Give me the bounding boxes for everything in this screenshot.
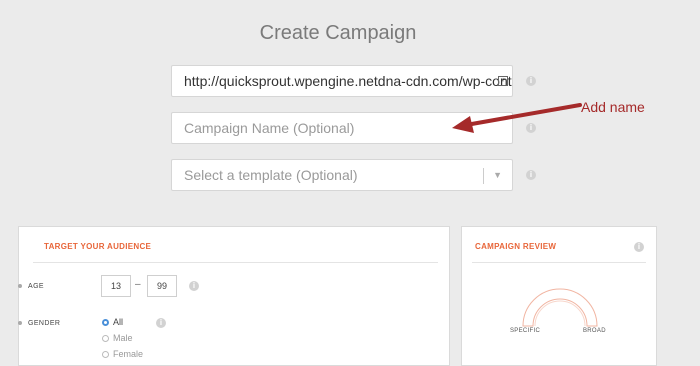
audience-gauge: [522, 288, 598, 327]
select-divider: [483, 168, 484, 184]
gauge-label-specific: SPECIFIC: [510, 328, 541, 334]
age-min-input[interactable]: 13: [101, 275, 131, 297]
panel-heading: TARGET YOUR AUDIENCE: [44, 242, 152, 251]
divider: [472, 262, 646, 263]
info-icon[interactable]: i: [156, 318, 166, 328]
gender-label: GENDER: [28, 320, 61, 327]
divider: [33, 262, 438, 263]
template-select-placeholder: Select a template (Optional): [184, 167, 358, 183]
url-field[interactable]: http://quicksprout.wpengine.netdna-cdn.c…: [171, 65, 513, 97]
radio-selected-icon: [102, 319, 109, 326]
radio-icon: [102, 351, 109, 358]
gender-option-male[interactable]: Male: [102, 333, 133, 343]
url-field-value: http://quicksprout.wpengine.netdna-cdn.c…: [184, 73, 512, 89]
gender-row: GENDER: [18, 320, 60, 327]
target-audience-panel: TARGET YOUR AUDIENCE: [18, 226, 450, 366]
external-link-icon[interactable]: +: [498, 76, 508, 86]
panel-heading: CAMPAIGN REVIEW: [475, 242, 557, 251]
info-icon[interactable]: i: [526, 76, 536, 86]
age-row: AGE: [18, 283, 44, 290]
gender-option-all[interactable]: All: [102, 317, 123, 327]
chevron-down-icon[interactable]: ▼: [493, 160, 502, 190]
age-label: AGE: [28, 283, 44, 290]
bullet: [18, 321, 22, 326]
bullet: [18, 284, 22, 289]
annotation-add-name: Add name: [581, 99, 645, 115]
radio-icon: [102, 335, 109, 342]
page-title: Create Campaign: [259, 22, 417, 44]
age-max-input[interactable]: 99: [147, 275, 177, 297]
arrow-annotation-icon: [452, 103, 582, 133]
template-select[interactable]: Select a template (Optional) ▼: [171, 159, 513, 191]
gender-option-female[interactable]: Female: [102, 349, 143, 359]
info-icon[interactable]: i: [189, 281, 199, 291]
info-icon[interactable]: i: [634, 242, 644, 252]
age-range-separator: –: [135, 279, 141, 290]
gauge-label-broad: BROAD: [583, 328, 606, 334]
info-icon[interactable]: i: [526, 170, 536, 180]
